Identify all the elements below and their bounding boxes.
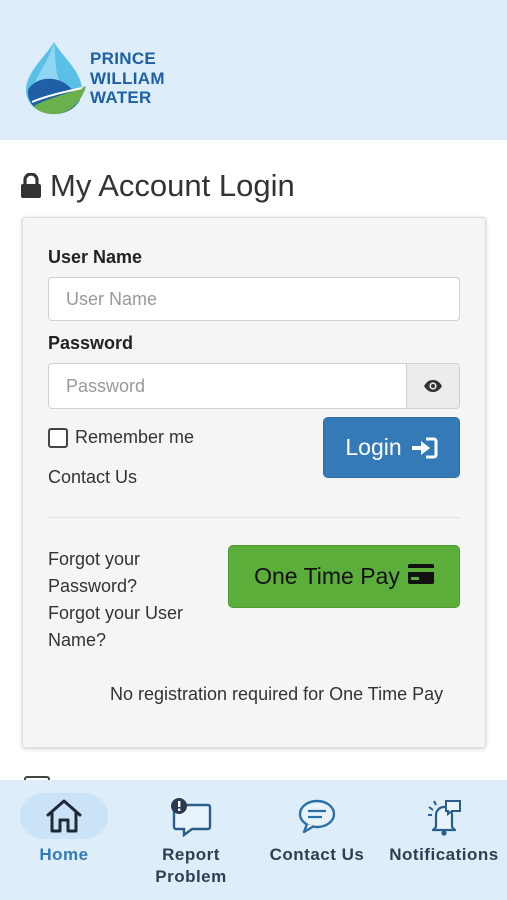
forgot-password-link[interactable]: Forgot your Password? — [48, 549, 140, 597]
home-icon — [46, 799, 82, 833]
tab-notifications[interactable]: Notifications — [386, 780, 502, 900]
password-input[interactable]: Password — [48, 363, 407, 409]
logo-line-1: PRINCE — [90, 49, 157, 68]
tab-report-problem-line-1: Report — [162, 845, 220, 864]
bell-icon — [428, 800, 461, 836]
tab-contact-us[interactable]: Contact Us — [266, 780, 368, 900]
one-time-pay-button[interactable]: One Time Pay — [228, 545, 460, 608]
lock-icon — [21, 173, 41, 198]
login-button-label: Login — [345, 434, 402, 460]
forgot-password-line-2[interactable]: Password? — [48, 576, 140, 597]
forgot-username-link[interactable]: Forgot your User Name? — [48, 603, 183, 651]
tab-home[interactable]: Home — [14, 780, 114, 900]
logo-line-3: WATER — [90, 88, 152, 107]
contact-us-link[interactable]: Contact Us — [48, 467, 137, 488]
section-divider — [48, 517, 460, 518]
forgot-password-line-1[interactable]: Forgot your — [48, 549, 140, 570]
eye-icon — [424, 380, 442, 392]
tab-report-problem-line-2: Problem — [155, 867, 227, 886]
tab-report-problem[interactable]: Report Problem — [136, 780, 246, 900]
username-label: User Name — [48, 247, 143, 267]
show-password-button[interactable] — [406, 363, 460, 409]
sign-in-icon — [411, 437, 438, 458]
one-time-pay-label: One Time Pay — [254, 563, 400, 589]
bottom-tab-bar: Home Report Problem Contact Us Notificat… — [0, 780, 507, 900]
forgot-username-line-2[interactable]: Name? — [48, 630, 183, 651]
username-input[interactable]: User Name — [48, 277, 460, 321]
password-label: Password — [48, 333, 134, 353]
logo-line-2: WILLIAM — [90, 68, 165, 88]
tab-home-label: Home — [39, 845, 89, 864]
credit-card-icon — [407, 563, 434, 584]
chat-bubbles-icon — [298, 799, 336, 834]
remember-me-checkbox[interactable] — [48, 428, 68, 448]
no-registration-note: No registration required for One Time Pa… — [110, 684, 444, 704]
tab-contact-us-label: Contact Us — [269, 845, 365, 864]
app-header: PRINCE WILLIAM WATER — [0, 0, 507, 140]
login-button[interactable]: Login — [323, 417, 460, 478]
tab-notifications-label: Notifications — [389, 845, 499, 864]
forgot-username-line-1[interactable]: Forgot your User — [48, 603, 183, 624]
page-title-text: My Account Login — [50, 168, 295, 203]
logo-wordmark: PRINCE WILLIAM WATER — [90, 49, 165, 108]
page-title: My Account Login — [20, 166, 295, 206]
report-problem-icon — [171, 798, 212, 837]
tab-report-problem-label: Report Problem — [136, 844, 246, 888]
remember-me-label[interactable]: Remember me — [75, 427, 194, 448]
